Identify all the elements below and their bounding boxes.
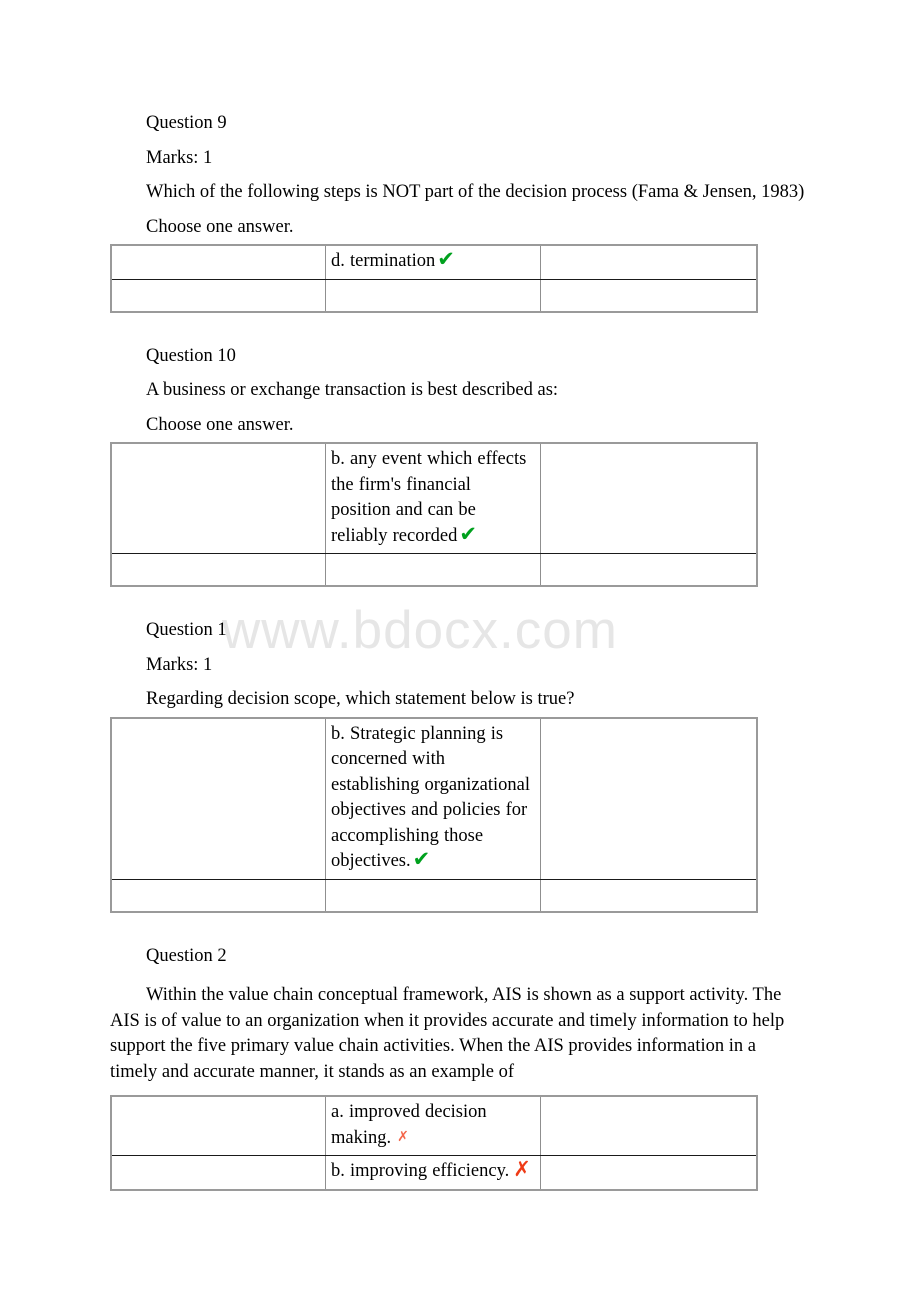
answer-cell-option[interactable]: b. any event which effects the firm's fi… (325, 443, 541, 554)
question-heading: Question 10 (146, 345, 236, 366)
answer-cell-option[interactable]: d. termination✔ (325, 245, 541, 280)
choose-one-answer-label: Choose one answer. (146, 216, 294, 237)
answer-cell-option[interactable] (325, 278, 541, 312)
incorrect-x-icon: ✗ (513, 1157, 531, 1181)
answer-cell-right[interactable] (540, 1096, 758, 1156)
incorrect-x-icon: ✗ (397, 1128, 409, 1145)
answer-cell-left[interactable] (110, 443, 326, 554)
answer-option-text: b. any event which effects the firm's fi… (331, 449, 527, 546)
document-content: Question 9 Marks: 1 Which of the followi… (0, 0, 920, 1191)
correct-check-icon: ✔ (412, 847, 431, 871)
answer-cell-left[interactable] (110, 878, 326, 912)
answer-cell-left[interactable] (110, 1096, 326, 1156)
answer-cell-right[interactable] (540, 278, 758, 312)
answer-cell-right[interactable] (540, 1155, 758, 1190)
question-block-2: Question 2 Within the value chain concep… (0, 939, 920, 1191)
answer-cell-left[interactable] (110, 278, 326, 312)
choose-one-answer-label: Choose one answer. (146, 414, 294, 435)
question-block-10: Question 10 A business or exchange trans… (0, 339, 920, 614)
correct-check-icon: ✔ (459, 521, 477, 546)
question-stem: Which of the following steps is NOT part… (146, 182, 805, 202)
question-heading: Question 9 (146, 113, 227, 133)
table-row: b. improving efficiency. ✗ (110, 1155, 758, 1190)
answer-cell-right[interactable] (540, 717, 758, 880)
answer-option-text: b. improving efficiency. (331, 1161, 510, 1181)
answer-option-text: b. Strategic planning is concerned with … (331, 723, 530, 872)
question-heading: Question 1 (146, 620, 227, 640)
answer-cell-left[interactable] (110, 1155, 326, 1190)
answer-cell-right[interactable] (540, 553, 758, 586)
correct-check-icon: ✔ (437, 247, 455, 271)
answer-cell-option[interactable] (325, 878, 541, 912)
table-row: d. termination✔ (110, 245, 758, 280)
table-row: a. improved decision making. ✗ (110, 1096, 758, 1156)
answer-cell-left[interactable] (110, 553, 326, 586)
table-row (110, 278, 758, 312)
document-page: www.bdocx.com Question 9 Marks: 1 Which … (0, 0, 920, 1302)
question-stem: Within the value chain conceptual framew… (110, 985, 785, 1082)
answer-table: b. Strategic planning is concerned with … (110, 716, 758, 913)
table-row: b. Strategic planning is concerned with … (110, 717, 758, 880)
question-marks: Marks: 1 (146, 147, 213, 168)
question-block-9: Question 9 Marks: 1 Which of the followi… (0, 106, 920, 339)
answer-cell-left[interactable] (110, 245, 326, 280)
answer-cell-right[interactable] (540, 443, 758, 554)
table-row (110, 553, 758, 586)
question-marks: Marks: 1 (146, 654, 213, 675)
answer-table: b. any event which effects the firm's fi… (110, 442, 758, 587)
question-block-1: Question 1 Marks: 1 Regarding decision s… (0, 613, 920, 939)
answer-table: a. improved decision making. ✗ b. improvi… (110, 1095, 758, 1191)
table-row: b. any event which effects the firm's fi… (110, 443, 758, 554)
question-heading: Question 2 (146, 945, 227, 966)
answer-cell-left[interactable] (110, 717, 326, 880)
answer-cell-right[interactable] (540, 878, 758, 912)
question-stem: Regarding decision scope, which statemen… (146, 689, 575, 709)
answer-cell-option[interactable]: b. improving efficiency. ✗ (325, 1155, 541, 1190)
answer-cell-option[interactable]: b. Strategic planning is concerned with … (325, 717, 541, 880)
question-stem: A business or exchange transaction is be… (146, 380, 559, 400)
table-row (110, 878, 758, 912)
answer-table: d. termination✔ (110, 244, 758, 313)
answer-cell-option[interactable] (325, 553, 541, 586)
answer-cell-right[interactable] (540, 245, 758, 280)
answer-cell-option[interactable]: a. improved decision making. ✗ (325, 1096, 541, 1156)
answer-option-text: d. termination (331, 251, 436, 271)
